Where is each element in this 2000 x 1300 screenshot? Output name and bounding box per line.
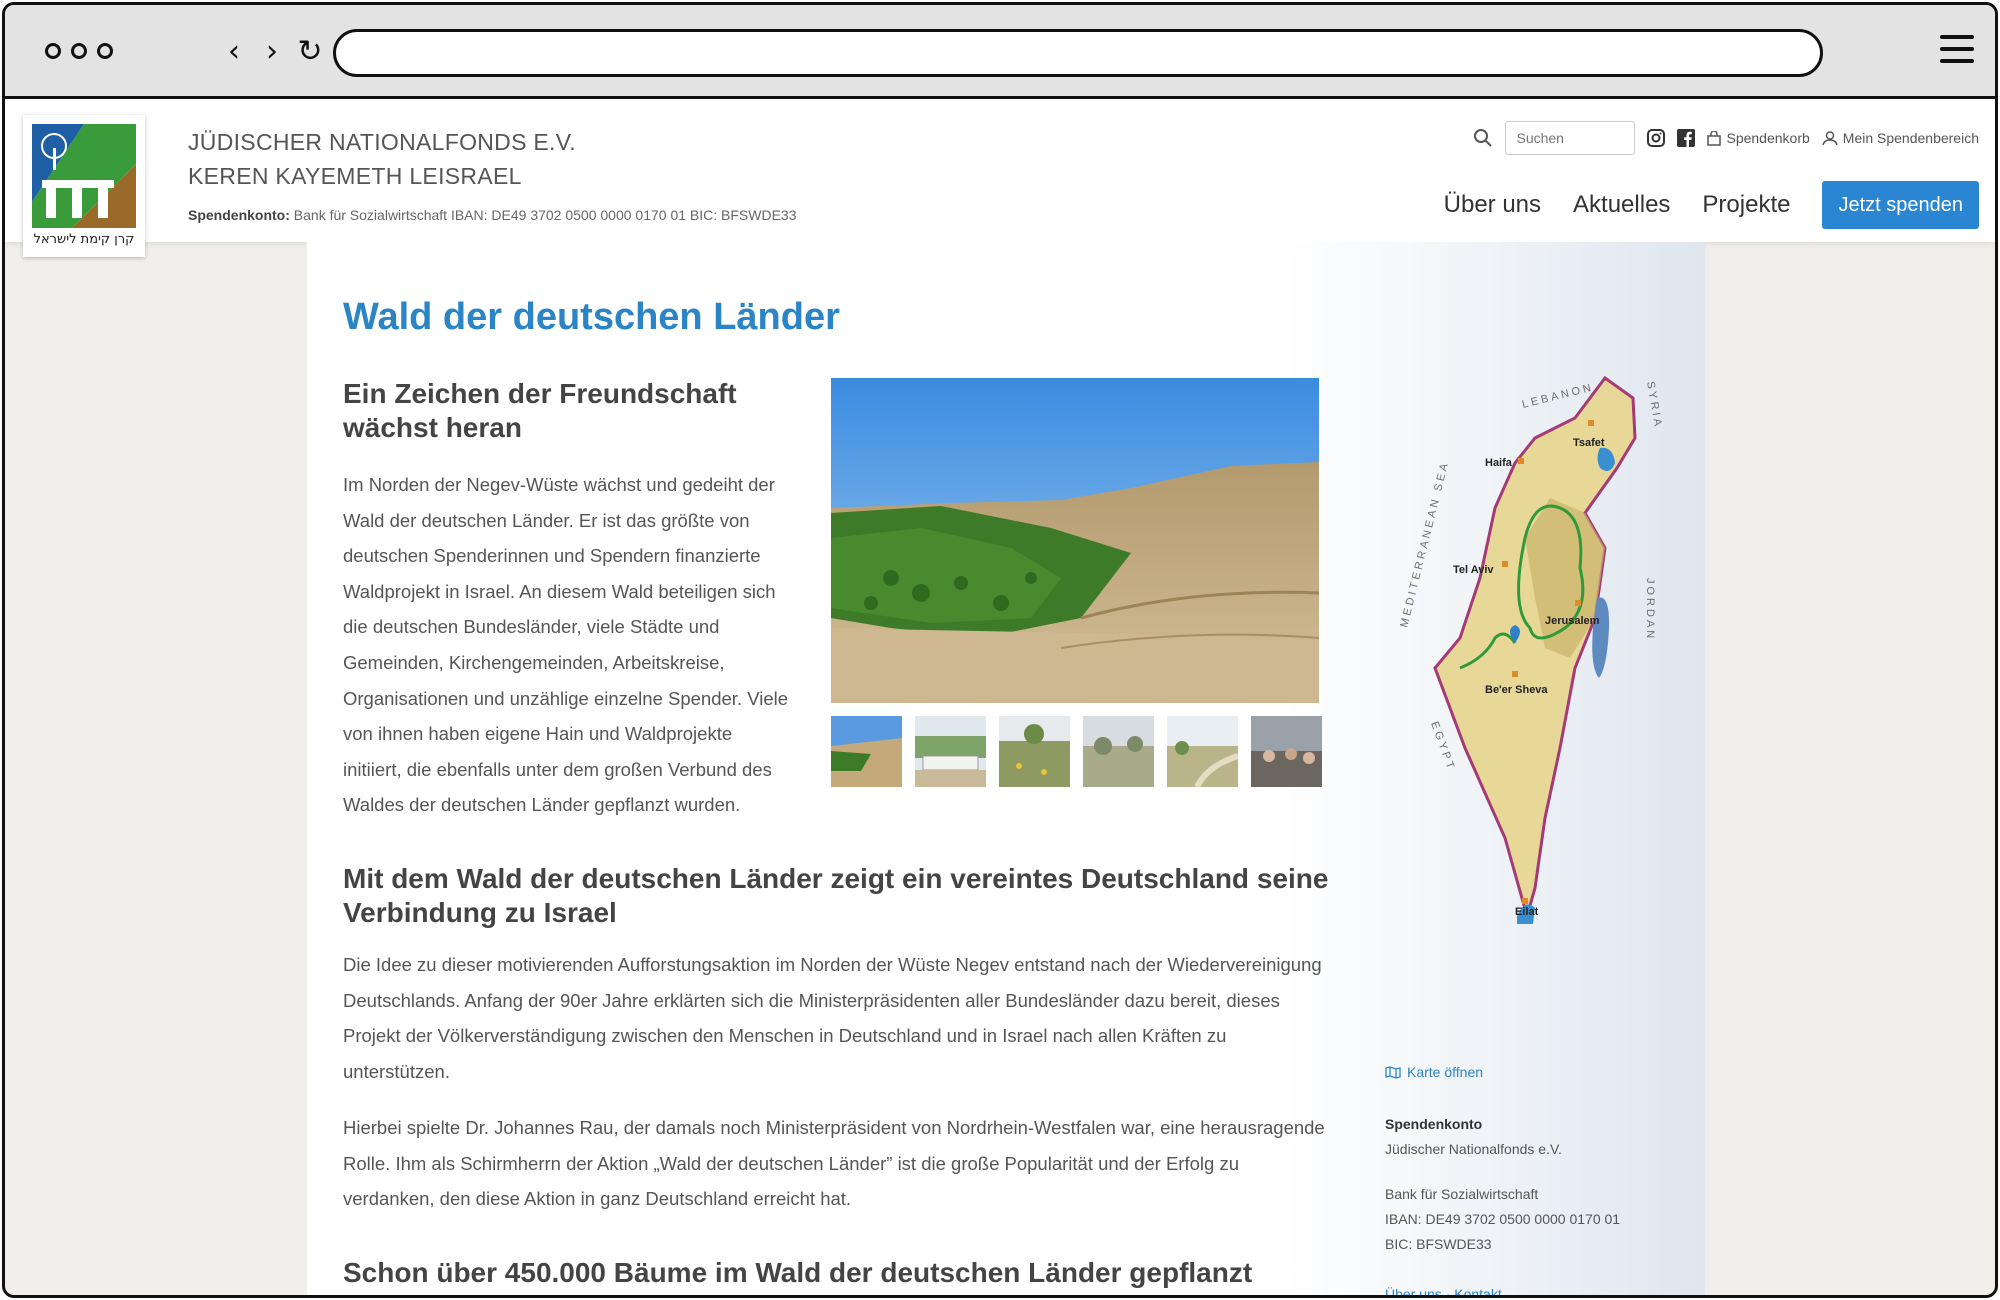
header-tools: Spendenkorb Mein Spendenbereich <box>1473 121 1979 155</box>
spendenkorb-label: Spendenkorb <box>1726 130 1810 146</box>
nav-aktuelles[interactable]: Aktuelles <box>1573 191 1670 219</box>
facebook-icon[interactable] <box>1677 129 1696 147</box>
karte-oeffnen-label: Karte öffnen <box>1407 1064 1484 1080</box>
thumbnail[interactable] <box>1251 716 1322 787</box>
browser-window: ‹ › ↻ קרן קימת לישראל JÜDISCHER NATIONAL… <box>2 2 1998 1298</box>
map-label-tsafet: Tsafet <box>1573 437 1605 449</box>
logo-caption: קרן קימת לישראל <box>33 232 135 247</box>
forest-main-photo[interactable] <box>831 378 1319 703</box>
thumbnail[interactable] <box>999 716 1070 787</box>
instagram-icon[interactable] <box>1647 129 1666 147</box>
navigation-controls: ‹ › ↻ <box>220 35 324 69</box>
thumbnail[interactable] <box>1083 716 1154 787</box>
bank-details: Spendenkonto: Bank für Sozialwirtschaft … <box>188 207 797 223</box>
israel-map[interactable]: Tsafet Haifa Tel Aviv Jerusalem Be'er Sh… <box>1385 368 1685 928</box>
content-panel: Wald der deutschen Länder Ein Zeichen de… <box>307 242 1705 1295</box>
main-navigation: Über uns Aktuelles Projekte Jetzt spende… <box>1444 181 1979 229</box>
nav-projekte[interactable]: Projekte <box>1702 191 1790 219</box>
sidebar-bank: Bank für Sozialwirtschaft <box>1385 1186 1539 1202</box>
sidebar-org-name: Jüdischer Nationalfonds e.V. <box>1385 1141 1562 1157</box>
paragraph-idea: Die Idee zu dieser motivierenden Auffors… <box>343 954 1322 1082</box>
hamburger-menu-icon[interactable] <box>1940 35 1974 65</box>
paragraph-johannes-rau: Hierbei spielte Dr. Johannes Rau, der da… <box>343 1117 1325 1210</box>
map-label-tel-aviv: Tel Aviv <box>1453 564 1494 576</box>
map-label-egypt: EGYPT <box>1428 720 1457 773</box>
reload-icon[interactable]: ↻ <box>296 35 324 69</box>
back-icon[interactable]: ‹ <box>220 35 248 69</box>
search-icon[interactable] <box>1473 128 1493 148</box>
thumbnail[interactable] <box>1167 716 1238 787</box>
map-label-mediterranean-sea: MEDITERRANEAN SEA <box>1398 459 1451 628</box>
bank-label: Spendenkonto: <box>188 207 290 223</box>
photo-thumbnails <box>831 716 1322 787</box>
sidebar-spendenkonto-heading: Spendenkonto <box>1385 1116 1483 1132</box>
window-dot-minimize[interactable] <box>71 43 87 59</box>
sidebar-iban: IBAN: DE49 3702 0500 0000 0170 01 <box>1385 1211 1621 1227</box>
mein-spendenbereich-label: Mein Spendenbereich <box>1842 130 1979 146</box>
mein-spendenbereich-link[interactable]: Mein Spendenbereich <box>1822 130 1979 146</box>
sidebar-bic: BIC: BFSWDE33 <box>1385 1236 1492 1252</box>
site-header: קרן קימת לישראל JÜDISCHER NATIONALFONDS … <box>5 99 1995 257</box>
section-heading-connection: Mit dem Wald der deutschen Länder zeigt … <box>343 863 1329 928</box>
search-input[interactable] <box>1505 121 1636 155</box>
map-label-jordan: JORDAN <box>1644 578 1656 641</box>
section-heading-friendship: Ein Zeichen der Freundschaft wächst hera… <box>343 378 737 443</box>
intro-paragraph: Im Norden der Negev-Wüste wächst und ged… <box>343 474 789 816</box>
page-title: Wald der deutschen Länder <box>343 296 840 338</box>
window-dot-maximize[interactable] <box>97 43 113 59</box>
map-label-jerusalem: Jerusalem <box>1545 615 1600 627</box>
kkl-logo-icon <box>32 124 136 228</box>
karte-oeffnen-link[interactable]: Karte öffnen <box>1385 1064 1483 1080</box>
nav-ueber-uns[interactable]: Über uns <box>1444 191 1541 219</box>
thumbnail[interactable] <box>915 716 986 787</box>
spendenkorb-link[interactable]: Spendenkorb <box>1707 130 1810 146</box>
kkl-logo[interactable]: קרן קימת לישראל <box>23 115 145 257</box>
user-icon <box>1822 130 1838 145</box>
window-dot-close[interactable] <box>45 43 61 59</box>
map-label-haifa: Haifa <box>1485 457 1513 469</box>
forward-icon[interactable]: › <box>258 35 286 69</box>
basket-icon <box>1707 130 1722 146</box>
browser-toolbar: ‹ › ↻ <box>5 5 1995 99</box>
map-label-syria: SYRIA <box>1644 380 1664 429</box>
org-name-line2: KEREN KAYEMETH LEISRAEL <box>188 163 522 189</box>
donate-button[interactable]: Jetzt spenden <box>1822 181 1979 229</box>
org-name-line1: JÜDISCHER NATIONALFONDS E.V. <box>188 129 576 155</box>
address-bar[interactable] <box>333 29 1823 77</box>
sidebar-contact-link[interactable]: Über uns · Kontakt <box>1385 1286 1502 1295</box>
window-controls <box>45 43 113 59</box>
thumbnail[interactable] <box>831 716 902 787</box>
section-heading-trees: Schon über 450.000 Bäume im Wald der deu… <box>343 1257 1253 1288</box>
bank-text: Bank für Sozialwirtschaft IBAN: DE49 370… <box>289 207 797 223</box>
map-label-eilat: Eilat <box>1515 906 1539 918</box>
map-label-beer-sheva: Be'er Sheva <box>1485 684 1548 696</box>
map-icon <box>1385 1065 1401 1079</box>
